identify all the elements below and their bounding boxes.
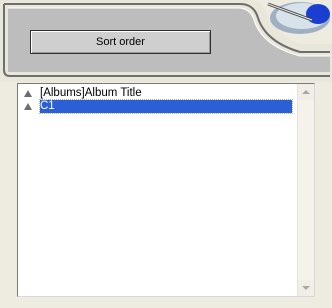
scroll-up-button[interactable] xyxy=(298,84,314,100)
vertical-scrollbar[interactable] xyxy=(297,84,314,296)
scroll-down-button[interactable] xyxy=(298,280,314,296)
arrow-down-icon xyxy=(302,286,310,290)
list-item-label: C1 xyxy=(40,100,55,112)
sort-field-list[interactable]: [Albums]Album Title C1 xyxy=(17,83,315,297)
sort-order-button[interactable]: Sort order xyxy=(30,30,211,54)
list-item-selected[interactable]: C1 xyxy=(24,100,55,113)
sort-ascending-icon[interactable] xyxy=(24,103,32,110)
sort-order-panel: Sort order [Albums]Album Title C1 xyxy=(0,0,332,308)
sort-ascending-icon[interactable] xyxy=(24,90,32,97)
list-item[interactable]: [Albums]Album Title xyxy=(24,87,142,100)
sort-order-label: Sort order xyxy=(96,36,145,48)
list-item-label: [Albums]Album Title xyxy=(40,87,142,99)
selection-highlight xyxy=(39,99,293,114)
arrow-up-icon xyxy=(302,90,310,94)
